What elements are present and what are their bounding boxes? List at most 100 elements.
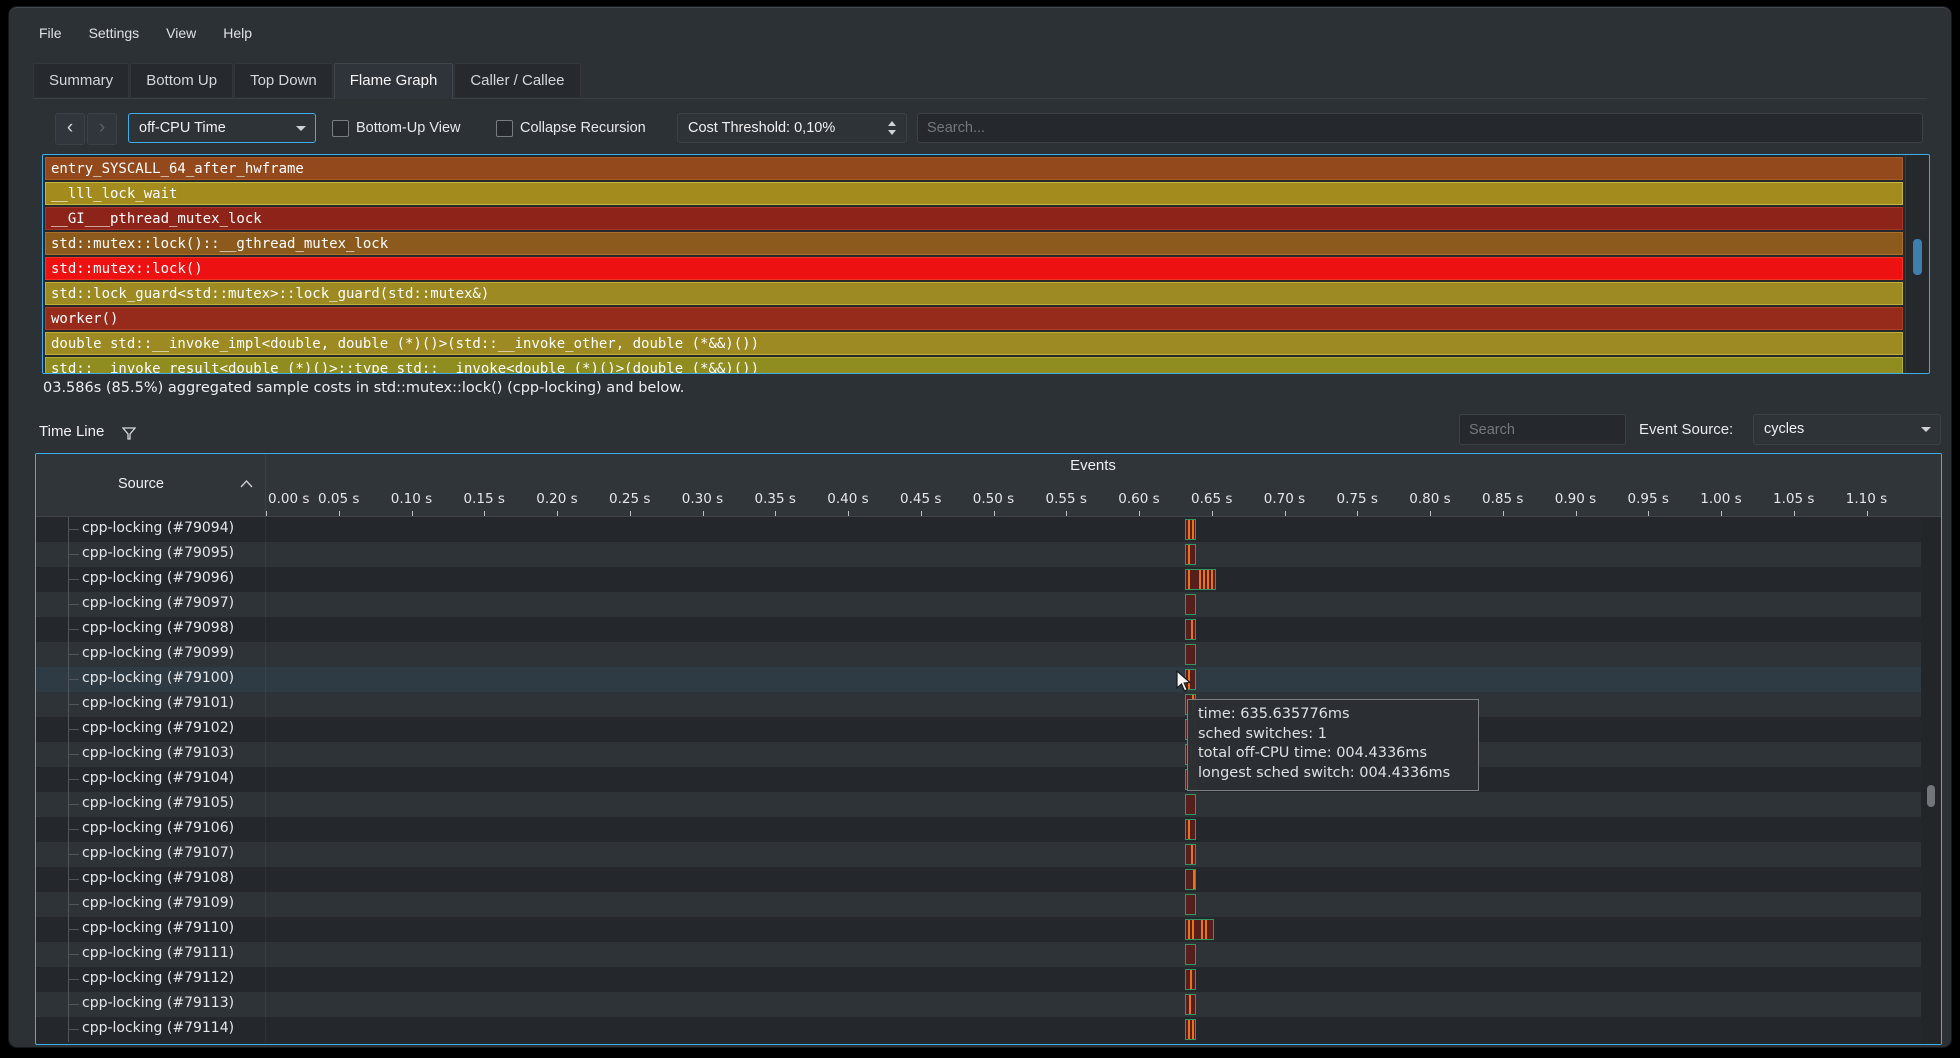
sched-event-mark[interactable]	[1185, 619, 1196, 640]
timeline-row[interactable]: cpp-locking (#79112)	[36, 967, 1921, 992]
back-button[interactable]: ‹	[55, 113, 85, 145]
tree-branch-icon	[68, 1004, 79, 1005]
collapse-recursion-checkbox[interactable]	[496, 120, 513, 137]
source-column-header[interactable]: Source	[36, 454, 265, 516]
tree-branch-icon	[68, 729, 79, 730]
tab-bottom-up[interactable]: Bottom Up	[130, 63, 233, 97]
sched-event-mark[interactable]	[1185, 544, 1196, 565]
event-stripe	[1188, 820, 1190, 839]
flame-frame[interactable]: std::__invoke_result<double (*)()>::type…	[45, 357, 1903, 374]
timeline-row[interactable]: cpp-locking (#79110)	[36, 917, 1921, 942]
timeline-search-input[interactable]	[1459, 414, 1626, 445]
timeline-row[interactable]: cpp-locking (#79105)	[36, 792, 1921, 817]
sched-event-mark[interactable]	[1185, 1019, 1196, 1040]
timeline-view[interactable]: Source Events 0.00 s0.05 s0.10 s0.15 s0.…	[35, 453, 1942, 1045]
flame-frame[interactable]: __GI___pthread_mutex_lock	[45, 207, 1903, 230]
flame-frame[interactable]: double std::__invoke_impl<double, double…	[45, 332, 1903, 355]
sched-event-mark[interactable]	[1185, 794, 1196, 815]
flame-status-text: 03.586s (85.5%) aggregated sample costs …	[43, 380, 684, 396]
sched-event-mark[interactable]	[1185, 944, 1196, 965]
timeline-row[interactable]: cpp-locking (#79094)	[36, 517, 1921, 542]
timeline-row[interactable]: cpp-locking (#79101)	[36, 692, 1921, 717]
spin-down-icon[interactable]	[888, 130, 896, 135]
sched-event-mark[interactable]	[1185, 569, 1216, 590]
axis-tick-mark	[1721, 511, 1722, 516]
sched-event-mark[interactable]	[1185, 969, 1196, 990]
sched-event-mark[interactable]	[1185, 594, 1196, 615]
thread-label: cpp-locking (#79100)	[82, 670, 234, 686]
tooltip-longest-switch: longest sched switch: 004.4336ms	[1198, 764, 1468, 784]
menu-item-view[interactable]: View	[166, 25, 196, 41]
sched-event-mark[interactable]	[1185, 519, 1196, 540]
flame-scrollbar-thumb[interactable]	[1913, 239, 1922, 275]
forward-button[interactable]: ›	[87, 113, 117, 145]
sched-event-mark[interactable]	[1185, 919, 1214, 940]
timeline-scrollbar-thumb[interactable]	[1927, 785, 1935, 807]
axis-tick-label: 0.60 s	[1118, 491, 1159, 509]
axis-tick-label: 0.80 s	[1409, 491, 1450, 509]
menu-item-settings[interactable]: Settings	[89, 25, 140, 41]
tree-branch-icon	[68, 879, 79, 880]
event-stripe	[1188, 920, 1190, 939]
timeline-row[interactable]: cpp-locking (#79114)	[36, 1017, 1921, 1042]
tab-flame-graph[interactable]: Flame Graph	[334, 63, 454, 99]
flame-frame[interactable]: worker()	[45, 307, 1903, 330]
filter-icon[interactable]	[122, 427, 136, 440]
timeline-row[interactable]: cpp-locking (#79096)	[36, 567, 1921, 592]
cost-threshold-spinbox[interactable]: Cost Threshold: 0,10%	[677, 113, 907, 143]
sched-event-mark[interactable]	[1185, 869, 1196, 890]
timeline-row[interactable]: cpp-locking (#79111)	[36, 942, 1921, 967]
collapse-recursion-label: Collapse Recursion	[520, 113, 646, 143]
flame-frame[interactable]: std::lock_guard<std::mutex>::lock_guard(…	[45, 282, 1903, 305]
event-stripe	[1191, 620, 1193, 639]
flame-search-input[interactable]	[917, 113, 1923, 143]
bottom-up-checkbox[interactable]	[332, 120, 349, 137]
menu-item-help[interactable]: Help	[223, 25, 252, 41]
axis-tick-label: 0.05 s	[318, 491, 359, 509]
tab-caller-callee[interactable]: Caller / Callee	[454, 63, 580, 97]
axis-tick-mark	[1357, 511, 1358, 516]
flame-frame-selected[interactable]: std::mutex::lock()	[45, 257, 1903, 280]
cost-type-select[interactable]: off-CPU Time	[128, 113, 316, 143]
spin-up-icon[interactable]	[888, 121, 896, 126]
timeline-row[interactable]: cpp-locking (#79107)	[36, 842, 1921, 867]
timeline-row[interactable]: cpp-locking (#79098)	[36, 617, 1921, 642]
tree-guide-line	[68, 517, 69, 1042]
event-source-select[interactable]: cycles	[1753, 414, 1941, 445]
timeline-row[interactable]: cpp-locking (#79103)	[36, 742, 1921, 767]
events-column-header: Events	[265, 457, 1921, 474]
sched-event-mark[interactable]	[1185, 644, 1196, 665]
timeline-row[interactable]: cpp-locking (#79100)	[36, 667, 1921, 692]
flame-frame[interactable]: __lll_lock_wait	[45, 182, 1903, 205]
flame-frame[interactable]: entry_SYSCALL_64_after_hwframe	[45, 157, 1903, 180]
sched-event-mark[interactable]	[1185, 894, 1196, 915]
menu-bar: File Settings View Help	[39, 25, 279, 45]
timeline-row[interactable]: cpp-locking (#79113)	[36, 992, 1921, 1017]
timeline-row[interactable]: cpp-locking (#79095)	[36, 542, 1921, 567]
event-stripe	[1188, 520, 1190, 539]
axis-tick-mark	[1066, 511, 1067, 516]
axis-tick-mark	[775, 511, 776, 516]
chevron-left-icon: ‹	[67, 117, 73, 138]
menu-item-file[interactable]: File	[39, 25, 62, 41]
timeline-row[interactable]: cpp-locking (#79097)	[36, 592, 1921, 617]
timeline-row[interactable]: cpp-locking (#79104)	[36, 767, 1921, 792]
timeline-row[interactable]: cpp-locking (#79108)	[36, 867, 1921, 892]
timeline-row[interactable]: cpp-locking (#79102)	[36, 717, 1921, 742]
timeline-row[interactable]: cpp-locking (#79109)	[36, 892, 1921, 917]
thread-label: cpp-locking (#79107)	[82, 845, 234, 861]
tree-branch-icon	[68, 854, 79, 855]
sched-event-mark[interactable]	[1185, 819, 1196, 840]
flame-graph[interactable]: entry_SYSCALL_64_after_hwframe__lll_lock…	[42, 154, 1930, 374]
tab-top-down[interactable]: Top Down	[234, 63, 333, 97]
timeline-row[interactable]: cpp-locking (#79099)	[36, 642, 1921, 667]
sched-event-mark[interactable]	[1185, 844, 1196, 865]
timeline-row[interactable]: cpp-locking (#79106)	[36, 817, 1921, 842]
bottom-up-label: Bottom-Up View	[356, 113, 461, 143]
thread-label: cpp-locking (#79098)	[82, 620, 234, 636]
event-stripe	[1192, 920, 1194, 939]
tab-summary[interactable]: Summary	[33, 63, 129, 97]
event-source-label: Event Source:	[1639, 414, 1733, 445]
sched-event-mark[interactable]	[1185, 994, 1196, 1015]
flame-frame[interactable]: std::mutex::lock()::__gthread_mutex_lock	[45, 232, 1903, 255]
